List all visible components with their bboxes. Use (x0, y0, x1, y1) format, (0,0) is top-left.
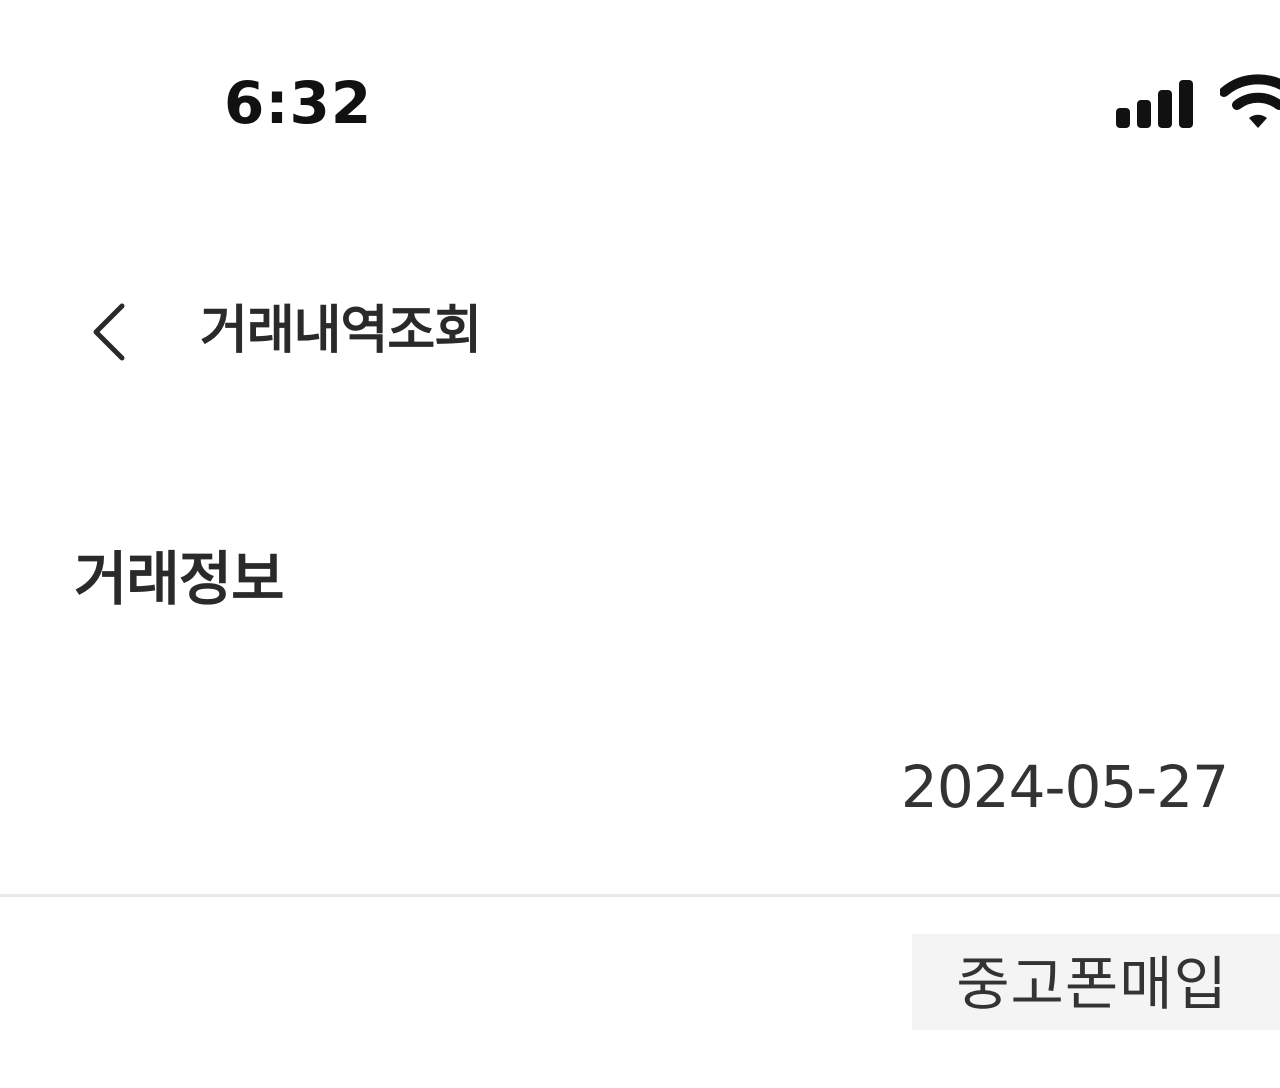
back-button[interactable] (76, 296, 140, 368)
section-title: 거래정보 (74, 545, 284, 613)
transaction-type: 중고폰매입 (956, 950, 1228, 1018)
transaction-date: 2024-05-27 (900, 753, 1229, 821)
page-title: 거래내역조회 (200, 301, 482, 361)
chevron-left-icon (93, 303, 125, 361)
transaction-detail-screen: 6:32 거래내역조회 거래정보 2024-05-27 중고폰매입 (0, 0, 1280, 1088)
divider (0, 894, 1280, 897)
wifi-icon (1220, 74, 1280, 128)
cellular-signal-icon (1116, 80, 1193, 128)
status-time: 6:32 (224, 69, 373, 137)
